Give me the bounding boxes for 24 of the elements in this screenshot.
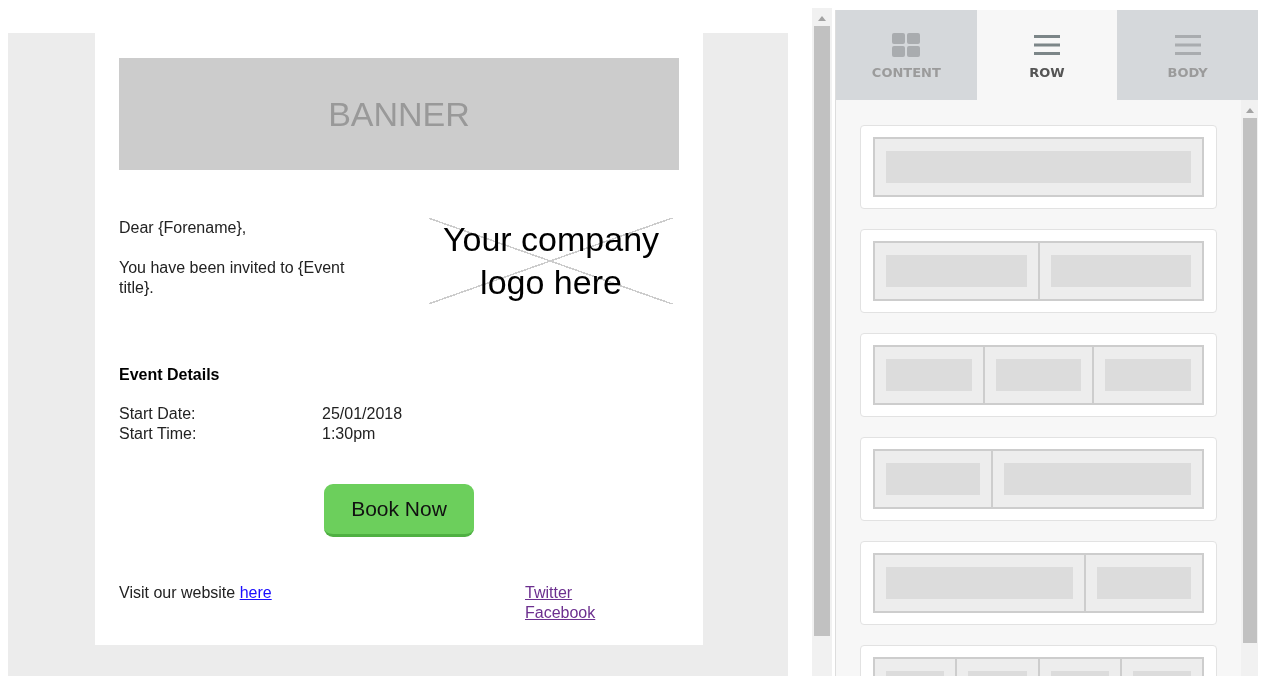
website-text: Visit our website here (119, 583, 273, 603)
logo-placeholder-text: Your company logo here (441, 219, 661, 303)
social-link[interactable]: Facebook (525, 603, 596, 623)
row-layout-card[interactable] (860, 229, 1217, 313)
detail-label: Start Date: (119, 404, 197, 424)
grid-icon (892, 33, 921, 57)
row-layout-card[interactable] (860, 125, 1217, 209)
website-link[interactable]: here (239, 584, 272, 601)
panel-tab[interactable]: ROW (976, 10, 1118, 100)
menu-icon (1033, 33, 1061, 57)
scrollbar[interactable] (1241, 100, 1258, 676)
detail-label: Start Time: (119, 424, 198, 444)
row-layout-card[interactable] (860, 437, 1217, 521)
scrollbar[interactable] (812, 8, 832, 676)
row-layout-card[interactable] (860, 541, 1217, 625)
detail-value: 1:30pm (322, 424, 376, 444)
detail-value: 25/01/2018 (322, 404, 403, 424)
social-link[interactable]: Twitter (525, 583, 596, 603)
invite-text: You have been invited to {Event title}. (119, 258, 346, 298)
menu-icon (1173, 33, 1202, 57)
row-layout-card[interactable] (860, 333, 1217, 417)
book-now-button[interactable]: Book Now (324, 484, 474, 537)
greeting-text: Dear {Forename}, (119, 218, 248, 238)
details-heading: Event Details (119, 366, 221, 384)
